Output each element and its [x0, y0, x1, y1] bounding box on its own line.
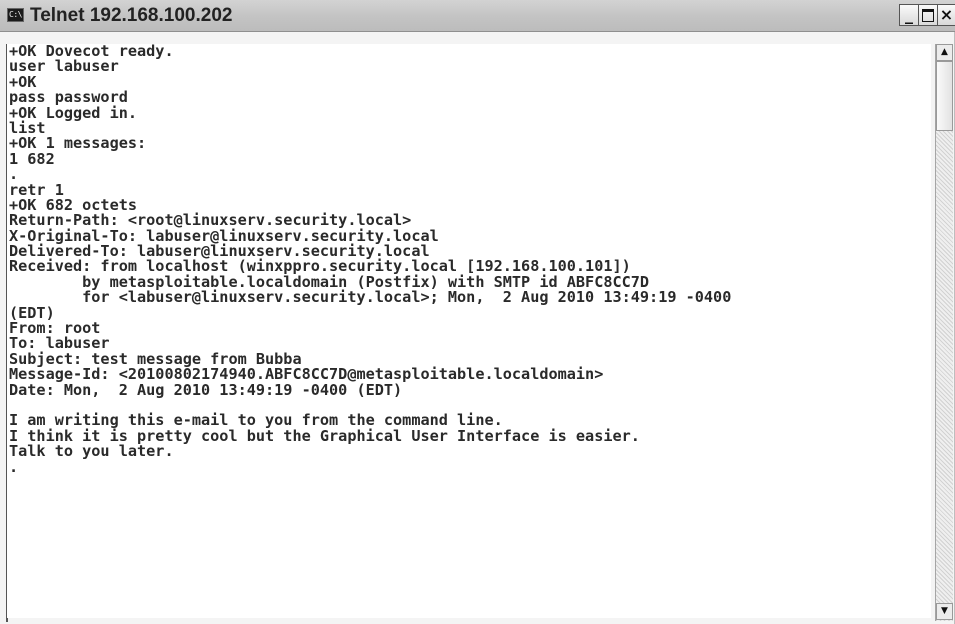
terminal-line: list	[9, 118, 46, 137]
terminal-line: .	[9, 165, 19, 184]
telnet-window: C:\ Telnet 192.168.100.202 _ × +OK Dovec…	[0, 0, 955, 624]
terminal-line: Date: Mon, 2 Aug 2010 13:49:19 -0400 (ED…	[9, 380, 403, 399]
terminal-line: .	[9, 457, 19, 476]
terminal-lines: +OK Dovecot ready. user labuser +OK pass pa…	[7, 44, 931, 475]
terminal-line: user labuser	[9, 57, 119, 76]
minimize-icon: _	[905, 5, 913, 24]
terminal-line: +OK Dovecot ready.	[9, 44, 174, 60]
arrow-up-icon: ▲	[941, 47, 948, 57]
window-title: Telnet 192.168.100.202	[30, 5, 233, 26]
scroll-down-button[interactable]: ▼	[936, 603, 953, 620]
terminal-line: 1 682	[9, 149, 55, 168]
terminal-line: +OK 1 messages:	[9, 134, 147, 153]
arrow-down-icon: ▼	[941, 606, 948, 616]
title-bar[interactable]: C:\ Telnet 192.168.100.202 _ ×	[0, 0, 955, 32]
terminal-line: From: root	[9, 319, 101, 338]
console-icon[interactable]: C:\	[7, 8, 24, 22]
terminal-line: (EDT)	[9, 303, 55, 322]
maximize-icon	[922, 9, 934, 22]
terminal-line: Talk to you later.	[9, 442, 174, 461]
close-icon: ×	[939, 5, 954, 24]
close-button[interactable]: ×	[937, 4, 955, 26]
terminal-output[interactable]: +OK Dovecot ready. user labuser +OK pass pa…	[7, 44, 931, 618]
scroll-up-button[interactable]: ▲	[936, 44, 953, 61]
vertical-scrollbar[interactable]: ▲ ▼	[935, 44, 953, 621]
terminal-line: +OK Logged in.	[9, 103, 138, 122]
maximize-button[interactable]	[918, 4, 938, 26]
terminal-line: for <labuser@linuxserv.security.local>; …	[9, 288, 732, 307]
terminal-line: retr 1	[9, 180, 64, 199]
minimize-button[interactable]: _	[899, 4, 919, 26]
terminal-line: +OK	[9, 72, 37, 91]
terminal-line: pass password	[9, 88, 128, 107]
scroll-thumb[interactable]	[936, 61, 953, 131]
